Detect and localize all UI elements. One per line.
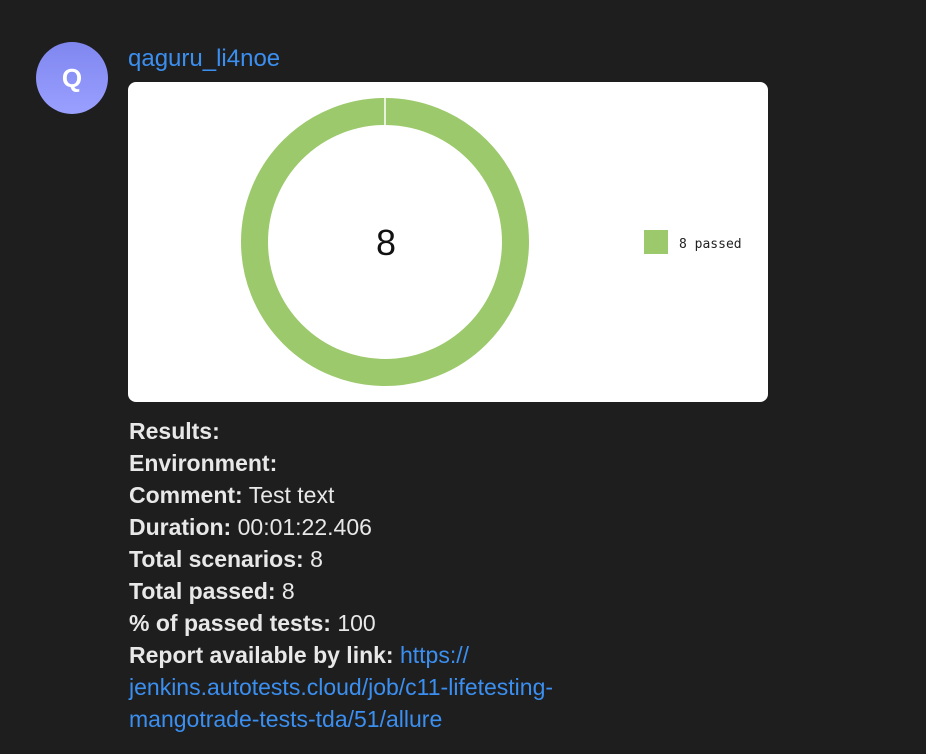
- environment-label: Environment:: [129, 450, 278, 476]
- percent-passed-label: % of passed tests:: [129, 610, 331, 636]
- results-line: Results:: [129, 415, 889, 447]
- percent-passed-line: % of passed tests: 100: [129, 607, 889, 639]
- report-link-wrap-1: jenkins.autotests.cloud/job/c11-lifetest…: [129, 671, 889, 703]
- donut-center-total: 8: [376, 222, 396, 263]
- report-link-wrap-2: mangotrade-tests-tda/51/allure: [129, 703, 889, 735]
- legend-swatch-passed: [644, 230, 668, 254]
- total-passed-line: Total passed: 8: [129, 575, 889, 607]
- environment-line: Environment:: [129, 447, 889, 479]
- total-scenarios-value: 8: [303, 546, 323, 572]
- report-link-label: Report available by link:: [129, 642, 394, 668]
- comment-value: Test text: [242, 482, 335, 508]
- total-passed-value: 8: [275, 578, 295, 604]
- total-scenarios-line: Total scenarios: 8: [129, 543, 889, 575]
- message-body: Results: Environment: Comment: Test text…: [129, 415, 889, 735]
- total-scenarios-label: Total scenarios:: [129, 546, 304, 572]
- report-link-part-2[interactable]: jenkins.autotests.cloud/job/c11-lifetest…: [129, 674, 553, 700]
- percent-passed-value: 100: [330, 610, 376, 636]
- comment-line: Comment: Test text: [129, 479, 889, 511]
- duration-line: Duration: 00:01:22.406: [129, 511, 889, 543]
- avatar-letter: Q: [61, 62, 83, 93]
- total-passed-label: Total passed:: [129, 578, 276, 604]
- avatar[interactable]: Q: [36, 42, 108, 114]
- sender-name[interactable]: qaguru_li4noe: [128, 44, 280, 74]
- legend-label-passed: 8 passed: [679, 237, 742, 252]
- results-label: Results:: [129, 418, 220, 444]
- duration-label: Duration:: [129, 514, 232, 540]
- report-image[interactable]: 8 8 passed: [128, 82, 768, 402]
- allure-donut-chart: 8 8 passed: [241, 98, 742, 386]
- duration-value: 00:01:22.406: [231, 514, 372, 540]
- report-link-line: Report available by link: https://: [129, 639, 889, 671]
- comment-label: Comment:: [129, 482, 243, 508]
- report-link-part-1[interactable]: https://: [400, 642, 469, 668]
- report-link-part-3[interactable]: mangotrade-tests-tda/51/allure: [129, 706, 442, 732]
